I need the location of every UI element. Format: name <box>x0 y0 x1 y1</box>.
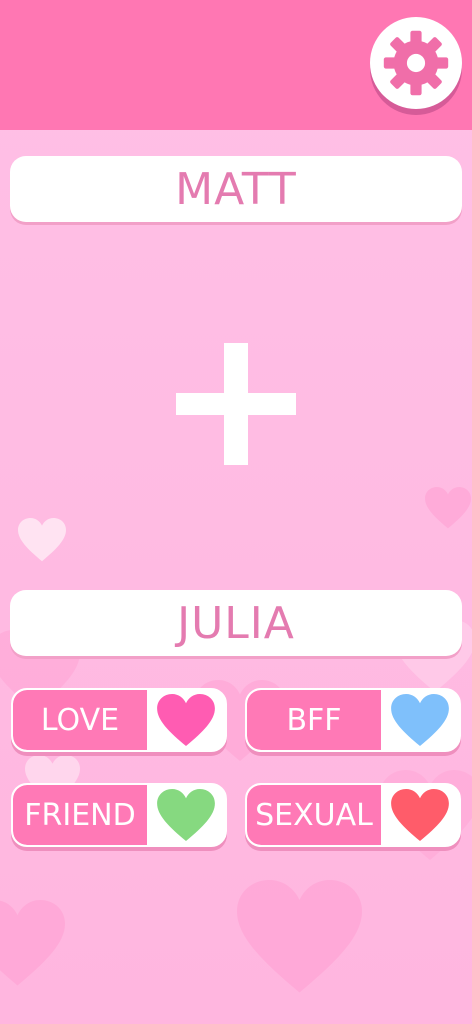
bg-heart <box>237 880 362 993</box>
friend-button[interactable]: FRIEND <box>11 783 227 847</box>
bff-label: BFF <box>247 690 381 750</box>
love-label: LOVE <box>13 690 147 750</box>
second-name-field[interactable]: JULIA <box>10 590 462 656</box>
blue-heart-icon <box>391 694 449 746</box>
first-name-text: MATT <box>175 163 297 215</box>
background-hearts <box>0 487 472 993</box>
bg-heart <box>18 518 66 562</box>
header-bar <box>0 0 472 130</box>
red-heart-icon <box>391 789 449 841</box>
sexual-button[interactable]: SEXUAL <box>245 783 461 847</box>
green-heart-icon <box>157 789 215 841</box>
gear-icon <box>383 30 449 96</box>
settings-button[interactable] <box>370 17 462 109</box>
first-name-field[interactable]: MATT <box>10 156 462 222</box>
bg-heart <box>425 487 471 529</box>
plus-icon <box>176 343 296 465</box>
friend-label: FRIEND <box>13 785 147 845</box>
love-button[interactable]: LOVE <box>11 688 227 752</box>
sexual-label: SEXUAL <box>247 785 381 845</box>
bff-button[interactable]: BFF <box>245 688 461 752</box>
bg-heart <box>0 900 66 986</box>
pink-heart-icon <box>157 694 215 746</box>
second-name-text: JULIA <box>177 597 295 649</box>
